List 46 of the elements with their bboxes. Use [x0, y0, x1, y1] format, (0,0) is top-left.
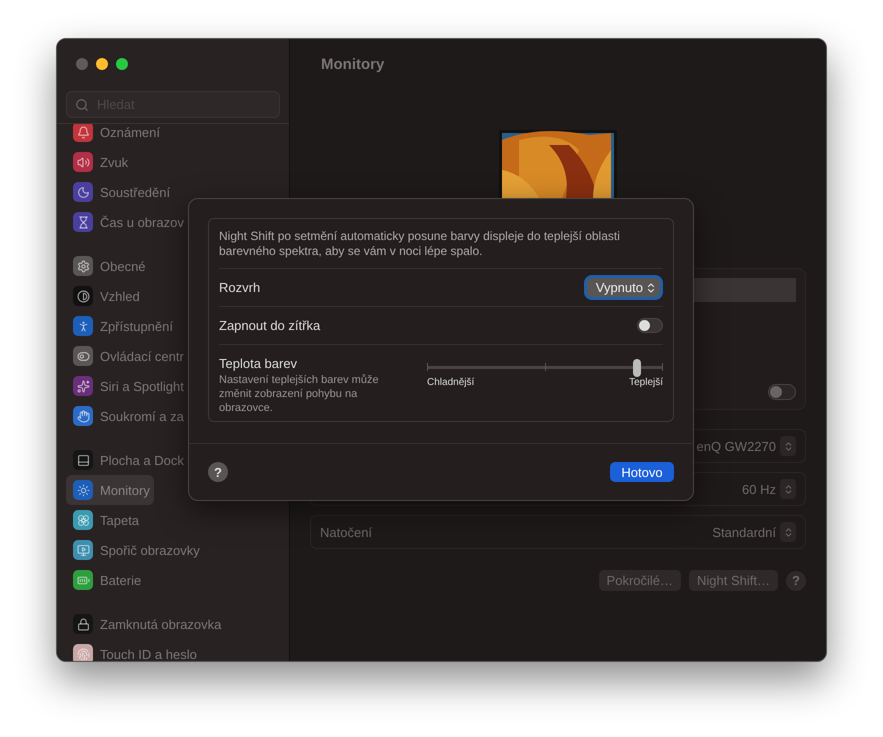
sidebar-item[interactable]: Čas u obrazov [66, 207, 188, 237]
settings-button[interactable]: Night Shift… [689, 570, 778, 591]
row-value: enQ GW2270 [696, 438, 776, 454]
help-button[interactable]: ? [208, 462, 228, 482]
temperature-slider[interactable] [427, 359, 663, 375]
description-text: Night Shift po setmění automaticky posune barvy displeje do teplejší oblasti barevného spektra, aby se vám v noci lépe spalo. [219, 219, 663, 269]
toggle-switch[interactable] [637, 318, 663, 333]
sidebar-item[interactable]: Obecné [66, 251, 150, 281]
sidebar-item[interactable]: Touch ID a heslo [66, 639, 201, 661]
sidebar-item[interactable]: Plocha a Dock [66, 445, 188, 475]
sidebar-item[interactable]: Zpřístupnění [66, 311, 177, 341]
sidebar-item[interactable]: Siri a Spotlight [66, 371, 188, 401]
sidebar-item[interactable]: Soustředění [66, 177, 174, 207]
sidebar-item[interactable]: Soukromí a za [66, 401, 188, 431]
sidebar-item[interactable]: Zvuk [66, 147, 132, 177]
minimize-button[interactable] [96, 58, 108, 70]
temperature-label: Teplota barev [219, 356, 298, 371]
toggle-label: Zapnout do zítřka [219, 318, 320, 333]
max-label: Teplejší [629, 377, 663, 388]
zoom-button[interactable] [116, 58, 128, 70]
row-value: Standardní [712, 524, 776, 540]
schedule-popup[interactable]: Vypnuto [586, 278, 660, 297]
search-icon [75, 98, 89, 112]
sidebar-item[interactable]: Vzhled [66, 281, 144, 311]
sidebar-item[interactable]: Zamknutá obrazovka [66, 609, 226, 639]
done-button[interactable]: Hotovo [610, 462, 674, 482]
chevron-icon [645, 282, 657, 294]
sidebar-item[interactable]: Oznámení [66, 124, 164, 147]
toggle-switch[interactable] [768, 384, 796, 400]
stepper-icon[interactable] [780, 522, 796, 542]
sidebar-item[interactable]: Tapeta [66, 505, 144, 535]
stepper-icon[interactable] [780, 479, 796, 499]
sidebar-item[interactable]: Monitory [66, 475, 154, 505]
stepper-icon[interactable] [780, 436, 796, 456]
sidebar-item[interactable]: Baterie [66, 565, 146, 595]
sidebar-item[interactable]: Ovládací centr [66, 341, 188, 371]
page-title: Monitory [320, 55, 386, 75]
settings-button[interactable]: Pokročilé… [598, 570, 682, 591]
row-label: Natočení [320, 524, 372, 540]
row-value: 60 Hz [742, 482, 776, 496]
temperature-note: Nastavení teplejších barev může změnit zobrazení pohybu na obrazovce. [219, 373, 380, 415]
sidebar-item[interactable]: Spořič obrazovky [66, 535, 204, 565]
slider-thumb[interactable] [633, 359, 642, 377]
min-label: Chladnější [427, 377, 474, 388]
schedule-label: Rozvrh [219, 280, 260, 295]
help-button[interactable]: ? [786, 570, 806, 590]
